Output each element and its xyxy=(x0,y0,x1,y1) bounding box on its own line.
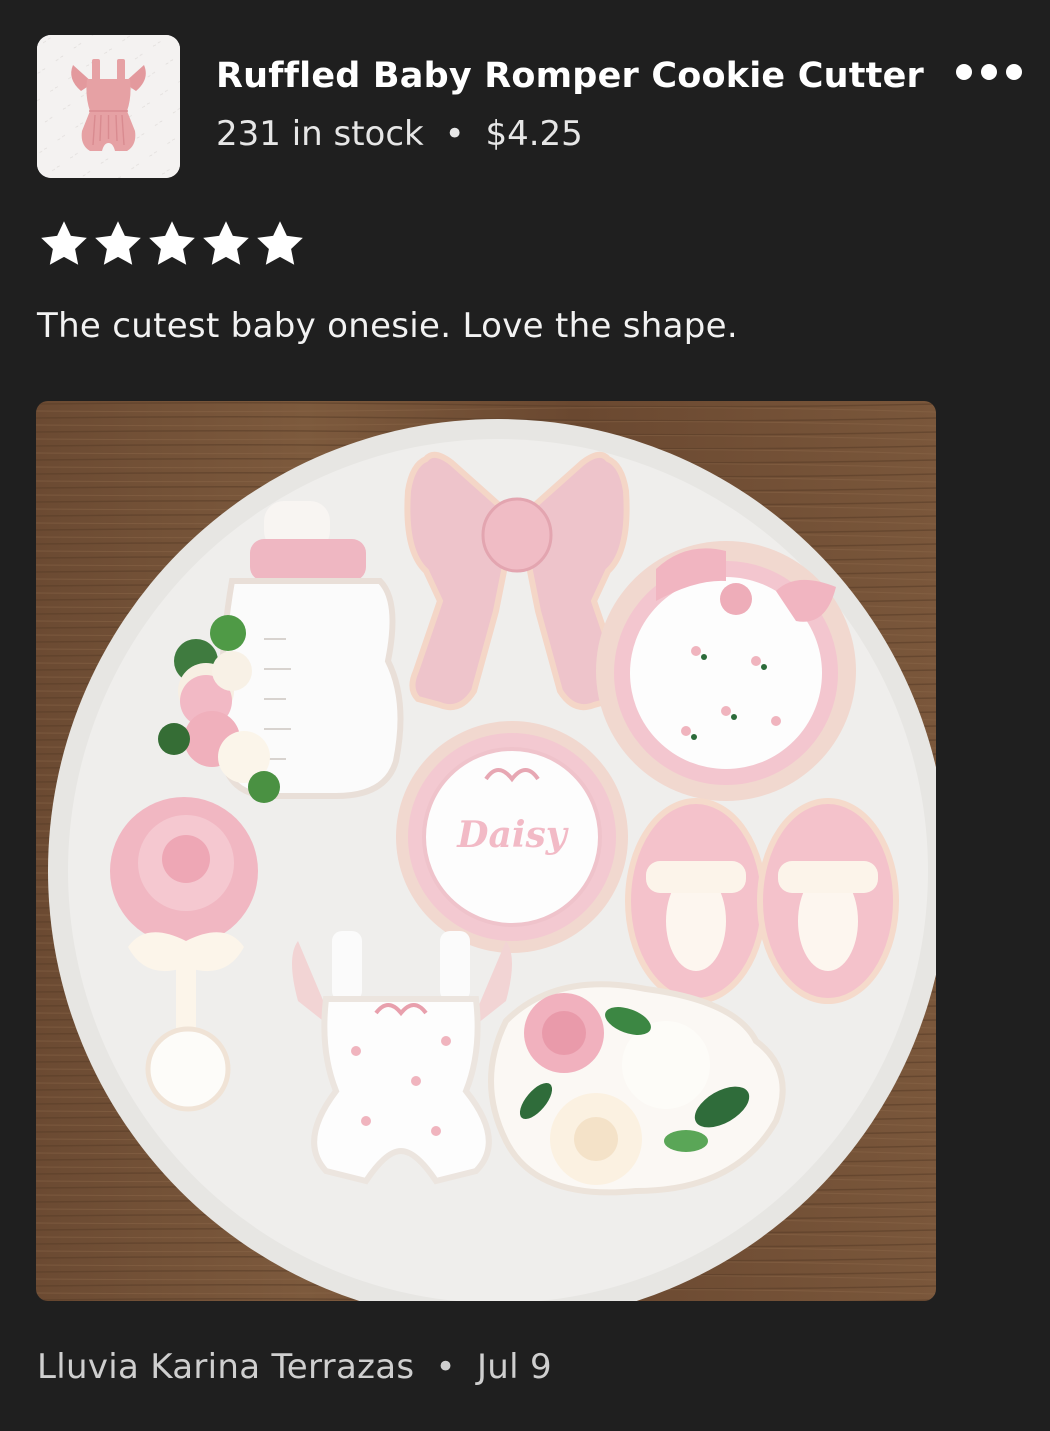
star-icon xyxy=(149,221,195,265)
footer-separator: • xyxy=(435,1347,456,1387)
reviewer-name[interactable]: Lluvia Karina Terrazas xyxy=(37,1347,414,1387)
listing-price: $4.25 xyxy=(485,114,583,154)
pink-romper-icon: ~ ~ xyxy=(37,35,180,178)
listing-title[interactable]: Ruffled Baby Romper Cookie Cutter xyxy=(216,56,924,96)
meta-separator: • xyxy=(444,114,465,154)
name-plaque-cookie: Daisy xyxy=(396,721,628,953)
review-text: The cutest baby onesie. Love the shape. xyxy=(37,306,738,346)
review-date: Jul 9 xyxy=(476,1347,552,1387)
more-dot xyxy=(1006,64,1022,80)
more-horizontal-icon xyxy=(956,64,972,80)
star-icon xyxy=(203,221,249,265)
star-icon xyxy=(95,221,141,265)
review-photo[interactable]: Daisy xyxy=(36,401,936,1301)
review-card: ~ ~ Ruffled Baby Romper Cookie xyxy=(0,0,1050,1431)
photo-name-text: Daisy xyxy=(456,814,568,856)
star-icon xyxy=(41,221,87,265)
more-options-button[interactable] xyxy=(956,60,1022,84)
star-icon xyxy=(257,221,303,265)
review-footer: Lluvia Karina Terrazas • Jul 9 xyxy=(37,1347,552,1387)
more-dot xyxy=(981,64,997,80)
stock-count: 231 in stock xyxy=(216,114,424,154)
star-rating xyxy=(38,220,306,268)
product-thumbnail[interactable]: ~ ~ xyxy=(37,35,180,178)
listing-meta: 231 in stock • $4.25 xyxy=(216,114,583,154)
bonnet-cookie xyxy=(596,541,856,801)
cookie-platter-image: Daisy xyxy=(36,401,936,1301)
